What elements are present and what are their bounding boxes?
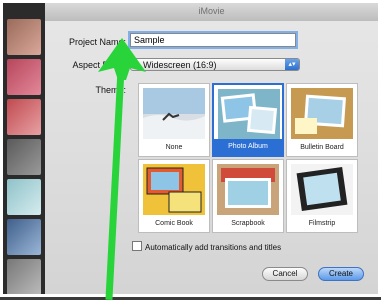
theme-label: Photo Album (214, 139, 282, 155)
window-titlebar: iMovie (45, 3, 378, 22)
theme-label: Scrapbook (231, 220, 265, 227)
cancel-button[interactable]: Cancel (262, 267, 308, 281)
theme-none[interactable]: None (138, 83, 210, 157)
clip-thumbnail[interactable] (7, 59, 41, 95)
theme-filmstrip-thumbnail (291, 164, 353, 215)
clip-thumbnail[interactable] (7, 139, 41, 175)
clip-thumbnail[interactable] (7, 99, 41, 135)
auto-transitions-row[interactable]: Automatically add transitions and titles (132, 241, 281, 252)
select-arrows-icon: ▴▾ (285, 59, 299, 70)
clip-thumbnail[interactable] (7, 259, 41, 294)
theme-scrapbook[interactable]: Scrapbook (212, 159, 284, 233)
theme-bulletin-board-thumbnail (291, 88, 353, 139)
theme-label: Bulletin Board (300, 144, 344, 151)
event-filmstrip[interactable] (3, 3, 45, 294)
annotation-arrow-head (98, 38, 146, 80)
project-name-input[interactable] (130, 33, 296, 47)
theme-label: Filmstrip (308, 220, 336, 227)
auto-transitions-label: Automatically add transitions and titles (145, 243, 282, 252)
theme-photo-album[interactable]: Photo Album (212, 83, 284, 157)
auto-transitions-checkbox[interactable] (132, 241, 142, 251)
aspect-ratio-value: Widescreen (16:9) (143, 60, 217, 70)
aspect-ratio-select[interactable]: Widescreen (16:9) ▴▾ (130, 58, 300, 71)
clip-thumbnail[interactable] (7, 19, 41, 55)
theme-label: None (165, 144, 183, 151)
clip-thumbnail[interactable] (7, 219, 41, 255)
theme-photo-album-thumbnail (218, 89, 280, 140)
create-button[interactable]: Create (318, 267, 364, 281)
theme-filmstrip[interactable]: Filmstrip (286, 159, 358, 233)
theme-label: Comic Book (155, 220, 193, 227)
window-title: iMovie (198, 6, 225, 16)
clip-thumbnail[interactable] (7, 179, 41, 215)
theme-scrapbook-thumbnail (217, 164, 279, 215)
theme-bulletin-board[interactable]: Bulletin Board (286, 83, 358, 157)
theme-comic-book-thumbnail (143, 164, 205, 215)
theme-comic-book[interactable]: Comic Book (138, 159, 210, 233)
theme-none-thumbnail (143, 88, 205, 139)
